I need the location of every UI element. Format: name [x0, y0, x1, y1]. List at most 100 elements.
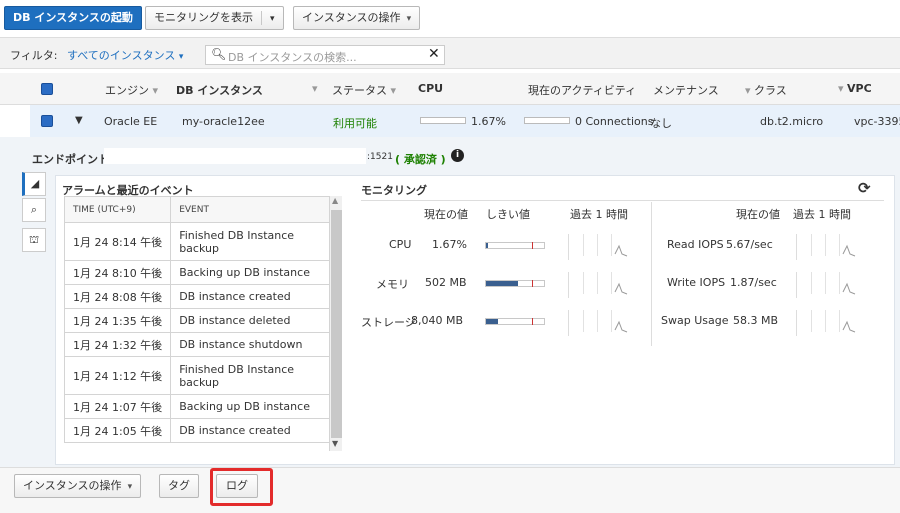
show-monitoring-button[interactable]: モニタリングを表示 ▾ — [145, 6, 284, 30]
threshold-marker — [532, 318, 533, 325]
event-time: 1月 24 1:35 午後 — [63, 308, 172, 333]
table-row[interactable]: ▼ Oracle EE my-oracle12ee 利用可能 1.67% 0 C… — [30, 105, 900, 137]
table-header: エンジン ▾ DB インスタンス ▾ ステータス ▾ CPU 現在のアクティビテ… — [0, 73, 900, 105]
column-db-instance[interactable]: DB インスタンス — [176, 82, 263, 98]
endpoint-auth-status: ( 承認済 ) — [395, 153, 446, 166]
event-time: 1月 24 1:32 午後 — [63, 332, 172, 357]
column-cpu[interactable]: CPU — [418, 82, 443, 95]
show-monitoring-label: モニタリングを表示 — [154, 11, 253, 24]
sparkline-path — [842, 320, 856, 333]
scroll-up-icon[interactable]: ▲ — [332, 196, 338, 205]
sparkline[interactable] — [796, 310, 856, 336]
event-description: DB instance deleted — [170, 308, 334, 333]
column-activity[interactable]: 現在のアクティビティ — [528, 82, 636, 98]
search-input[interactable]: 🔍︎ DB インスタンスの検索... ✕ — [205, 45, 445, 65]
sparkline-path — [842, 244, 856, 257]
row-checkbox[interactable] — [41, 115, 53, 127]
tab-details[interactable]: ⌕ — [22, 198, 46, 222]
row-class: db.t2.micro — [760, 115, 824, 128]
activity-bar — [524, 117, 570, 124]
metric-name: Write IOPS — [667, 276, 726, 289]
column-time: TIME (UTC+9) — [63, 196, 172, 223]
instance-actions-bottom-button[interactable]: インスタンスの操作 ▾ — [14, 474, 142, 498]
metric-value: 1.67% — [432, 238, 467, 251]
row-status: 利用可能 — [333, 117, 377, 130]
divider — [361, 200, 884, 201]
event-description: DB instance created — [170, 418, 334, 443]
table-row: 1月 24 1:35 午後 DB instance deleted — [63, 308, 334, 333]
collapse-arrow-icon[interactable]: ▼ — [75, 115, 83, 126]
threshold-marker — [532, 280, 533, 287]
info-icon[interactable]: i — [451, 149, 464, 162]
divider — [261, 11, 262, 25]
chevron-down-icon[interactable]: ▾ — [270, 14, 275, 24]
sparkline-path — [614, 320, 628, 333]
column-label: ステータス — [332, 84, 387, 97]
select-all-checkbox[interactable] — [41, 83, 53, 95]
sparkline[interactable] — [568, 310, 628, 336]
sort-icon[interactable]: ▾ — [312, 82, 318, 95]
head-current-right: 現在の値 — [736, 208, 780, 221]
instance-actions-label: インスタンスの操作 — [302, 11, 401, 24]
sort-icon: ▾ — [745, 84, 751, 97]
table-row: 1月 24 1:32 午後 DB instance shutdown — [63, 332, 334, 357]
events-table: TIME (UTC+9) EVENT 1月 24 8:14 午後 Finished… — [63, 196, 334, 443]
filter-label: フィルタ: — [10, 49, 58, 62]
tab-monitoring-chart[interactable]: ◢ — [22, 172, 46, 196]
launch-instance-button[interactable]: DB インスタンスの起動 — [4, 6, 142, 30]
sparkline[interactable] — [796, 272, 856, 298]
event-description: Finished DB Instance backup — [170, 356, 334, 395]
clear-search-icon[interactable]: ✕ — [428, 46, 440, 62]
monitoring-content: アラームと最近のイベント TIME (UTC+9) EVENT 1月 24 8:… — [55, 175, 895, 465]
column-engine[interactable]: エンジン ▾ — [105, 82, 158, 98]
sparkline-path — [614, 244, 628, 257]
sparkline[interactable] — [568, 272, 628, 298]
column-label: エンジン — [105, 84, 149, 97]
table-row: 1月 24 1:07 午後 Backing up DB instance — [63, 394, 334, 419]
events-header: TIME (UTC+9) EVENT — [63, 196, 334, 223]
metric-name: メモリ — [376, 278, 409, 291]
sort-icon: ▾ — [390, 84, 397, 97]
highlight-box — [210, 468, 273, 506]
head-past-hour: 過去 1 時間 — [570, 208, 628, 221]
row-vpc: vpc-3395 — [854, 115, 900, 128]
event-time: 1月 24 8:08 午後 — [63, 284, 172, 309]
sparkline[interactable] — [796, 234, 856, 260]
refresh-icon[interactable]: ⟳ — [858, 179, 871, 197]
cpu-bar — [420, 117, 466, 124]
chevron-down-icon: ▾ — [127, 482, 133, 492]
column-status[interactable]: ステータス ▾ — [332, 82, 396, 98]
area-chart-icon: ◢ — [30, 177, 40, 190]
row-instance: my-oracle12ee — [182, 115, 265, 128]
search-placeholder: DB インスタンスの検索... — [228, 51, 357, 64]
head-threshold: しきい値 — [486, 208, 530, 221]
endpoint-redacted — [104, 148, 366, 164]
table-row: 1月 24 1:05 午後 DB instance created — [63, 418, 334, 443]
scroll-down-icon[interactable]: ▼ — [332, 439, 338, 448]
tags-button[interactable]: タグ — [159, 474, 199, 498]
tab-topology[interactable]: ⛫ — [22, 228, 46, 252]
table-row: 1月 24 8:08 午後 DB instance created — [63, 284, 334, 309]
instance-actions-button[interactable]: インスタンスの操作 ▾ — [293, 6, 421, 30]
filter-dropdown[interactable]: すべてのインスタンス ▾ — [67, 47, 183, 63]
column-label: DB インスタンス — [176, 84, 263, 97]
threshold-fill — [486, 243, 488, 248]
chevron-down-icon: ▾ — [406, 14, 412, 24]
tags-label: タグ — [168, 479, 190, 492]
scrollbar[interactable]: ▲ ▼ — [329, 196, 342, 451]
sparkline[interactable] — [568, 234, 628, 260]
event-time: 1月 24 8:14 午後 — [63, 222, 172, 261]
threshold-bar — [485, 280, 545, 287]
head-past-hour-right: 過去 1 時間 — [793, 208, 851, 221]
event-description: Backing up DB instance — [170, 260, 334, 285]
column-vpc[interactable]: ▾ VPC — [838, 82, 872, 95]
divider — [651, 202, 652, 346]
column-class[interactable]: ▾ クラス — [745, 82, 787, 98]
column-maintenance[interactable]: メンテナンス — [653, 82, 719, 98]
scroll-thumb[interactable] — [331, 210, 342, 438]
column-label: クラス — [754, 84, 787, 97]
threshold-bar — [485, 242, 545, 249]
event-description: DB instance shutdown — [170, 332, 334, 357]
search-icon: 🔍︎ — [211, 47, 227, 61]
metric-name: ストレージ — [361, 316, 416, 329]
